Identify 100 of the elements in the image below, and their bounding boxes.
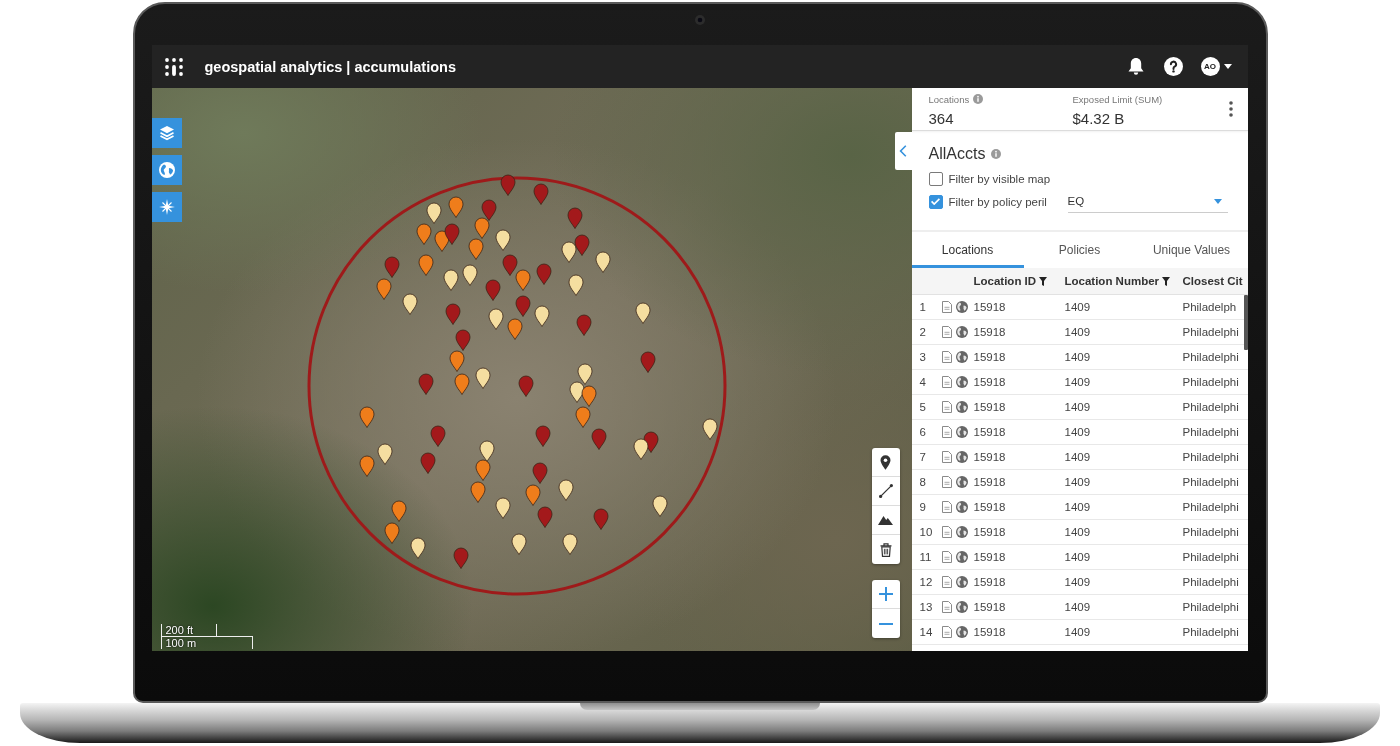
tab[interactable]: Policies xyxy=(1023,232,1136,268)
peril-dropdown[interactable]: EQ xyxy=(1067,190,1228,213)
column-header[interactable]: Location ID xyxy=(973,275,1037,287)
map-marker-icon xyxy=(880,454,891,470)
document-icon[interactable] xyxy=(941,601,952,613)
document-icon[interactable] xyxy=(941,376,952,388)
help-icon[interactable] xyxy=(1163,57,1183,76)
more-options-icon[interactable] xyxy=(1228,100,1233,117)
column-header[interactable]: Closest Cit xyxy=(1182,275,1243,287)
table-cell-text: 15918 xyxy=(973,351,1007,363)
map-pin-icon[interactable] xyxy=(478,440,495,462)
map-pin-icon[interactable] xyxy=(567,274,584,296)
map-pin-icon[interactable] xyxy=(573,234,590,256)
layers-button[interactable] xyxy=(151,118,182,148)
globe-icon[interactable] xyxy=(955,451,968,463)
map-pin-icon[interactable] xyxy=(533,305,550,327)
document-icon[interactable] xyxy=(941,351,952,363)
map-pin-icon[interactable] xyxy=(425,202,442,224)
basemap-button[interactable] xyxy=(151,155,182,185)
globe-icon[interactable] xyxy=(955,526,968,538)
tab[interactable]: Unique Values xyxy=(1135,232,1248,268)
collapse-panel-button[interactable] xyxy=(894,132,912,170)
filter-icon[interactable] xyxy=(1162,276,1171,286)
map-pin-icon[interactable] xyxy=(594,251,611,273)
checkbox[interactable] xyxy=(928,194,943,209)
document-icon[interactable] xyxy=(941,476,952,488)
column-header[interactable]: Location Number xyxy=(1064,275,1160,287)
map-pin-icon[interactable] xyxy=(376,443,393,465)
table-cell-text: Philadelphi xyxy=(1182,551,1240,563)
map-pin-icon[interactable] xyxy=(560,241,577,263)
map-pin-icon[interactable] xyxy=(433,230,450,252)
row-number: 12 xyxy=(919,576,934,588)
table-cell-text: 1409 xyxy=(1064,326,1092,338)
map-pin-icon[interactable] xyxy=(634,302,651,324)
map-pin-icon[interactable] xyxy=(487,308,504,330)
row-number: 6 xyxy=(919,426,927,438)
table-cell-text: Philadelphi xyxy=(1182,601,1240,613)
globe-icon[interactable] xyxy=(955,576,968,588)
globe-icon[interactable] xyxy=(955,301,968,313)
map-pin-icon[interactable] xyxy=(409,537,426,559)
document-icon[interactable] xyxy=(941,626,952,638)
document-icon[interactable] xyxy=(941,576,952,588)
document-icon[interactable] xyxy=(941,326,952,338)
globe-icon[interactable] xyxy=(955,551,968,563)
app-grid-icon[interactable] xyxy=(164,57,183,76)
info-icon[interactable] xyxy=(991,149,1002,159)
document-icon[interactable] xyxy=(941,426,952,438)
globe-icon[interactable] xyxy=(955,626,968,638)
table-cell-text: 15918 xyxy=(973,476,1007,488)
map-pin-icon[interactable] xyxy=(474,367,491,389)
document-icon[interactable] xyxy=(941,401,952,413)
globe-icon[interactable] xyxy=(955,501,968,513)
row-number: 1 xyxy=(919,301,927,313)
chevron-left-icon xyxy=(899,145,907,157)
map-pin-icon[interactable] xyxy=(443,223,460,245)
checkbox[interactable] xyxy=(928,171,943,186)
globe-icon[interactable] xyxy=(955,376,968,388)
globe-icon[interactable] xyxy=(955,601,968,613)
globe-icon[interactable] xyxy=(955,326,968,338)
caret-icon[interactable] xyxy=(1223,64,1232,69)
map-pin-icon[interactable] xyxy=(442,269,459,291)
globe-icon[interactable] xyxy=(955,476,968,488)
table-cell-text: 1409 xyxy=(1064,576,1092,588)
globe-icon[interactable] xyxy=(955,426,968,438)
table-cell-text: 15918 xyxy=(973,501,1007,513)
map-pin-icon[interactable] xyxy=(568,381,585,403)
map-pin-icon[interactable] xyxy=(561,533,578,555)
document-icon[interactable] xyxy=(941,526,952,538)
avatar[interactable]: AO xyxy=(1200,57,1220,76)
map-pin-icon[interactable] xyxy=(494,229,511,251)
camera-icon xyxy=(694,15,705,25)
stat-value: 364 xyxy=(928,110,954,127)
map-pin-icon[interactable] xyxy=(580,385,597,407)
map-pin-icon[interactable] xyxy=(480,199,497,221)
table-cell-text: 1409 xyxy=(1064,601,1092,613)
map-pin-icon[interactable] xyxy=(510,533,527,555)
map-pin-icon[interactable] xyxy=(642,431,659,453)
globe-icon[interactable] xyxy=(955,351,968,363)
map-pin-icon[interactable] xyxy=(701,418,718,440)
map-pin-icon[interactable] xyxy=(557,479,574,501)
document-icon[interactable] xyxy=(941,301,952,313)
document-icon[interactable] xyxy=(941,451,952,463)
table-cell-text: 1409 xyxy=(1064,301,1092,313)
scrollbar[interactable] xyxy=(1243,295,1248,350)
map-pin-icon[interactable] xyxy=(576,363,593,385)
map-pin-icon[interactable] xyxy=(494,497,511,519)
map-pin-icon[interactable] xyxy=(401,293,418,315)
map-pin-icon[interactable] xyxy=(651,495,668,517)
info-icon[interactable] xyxy=(973,94,984,104)
minus-icon xyxy=(878,622,893,625)
map-pin-icon[interactable] xyxy=(632,438,649,460)
globe-icon[interactable] xyxy=(955,401,968,413)
row-number: 8 xyxy=(919,476,927,488)
scale-bar-label: 100 m xyxy=(160,636,253,649)
document-icon[interactable] xyxy=(941,551,952,563)
map-pin-icon[interactable] xyxy=(461,264,478,286)
filter-icon[interactable] xyxy=(1039,276,1048,286)
compass-button[interactable] xyxy=(151,192,182,222)
bell-icon[interactable] xyxy=(1126,57,1145,76)
document-icon[interactable] xyxy=(941,501,952,513)
